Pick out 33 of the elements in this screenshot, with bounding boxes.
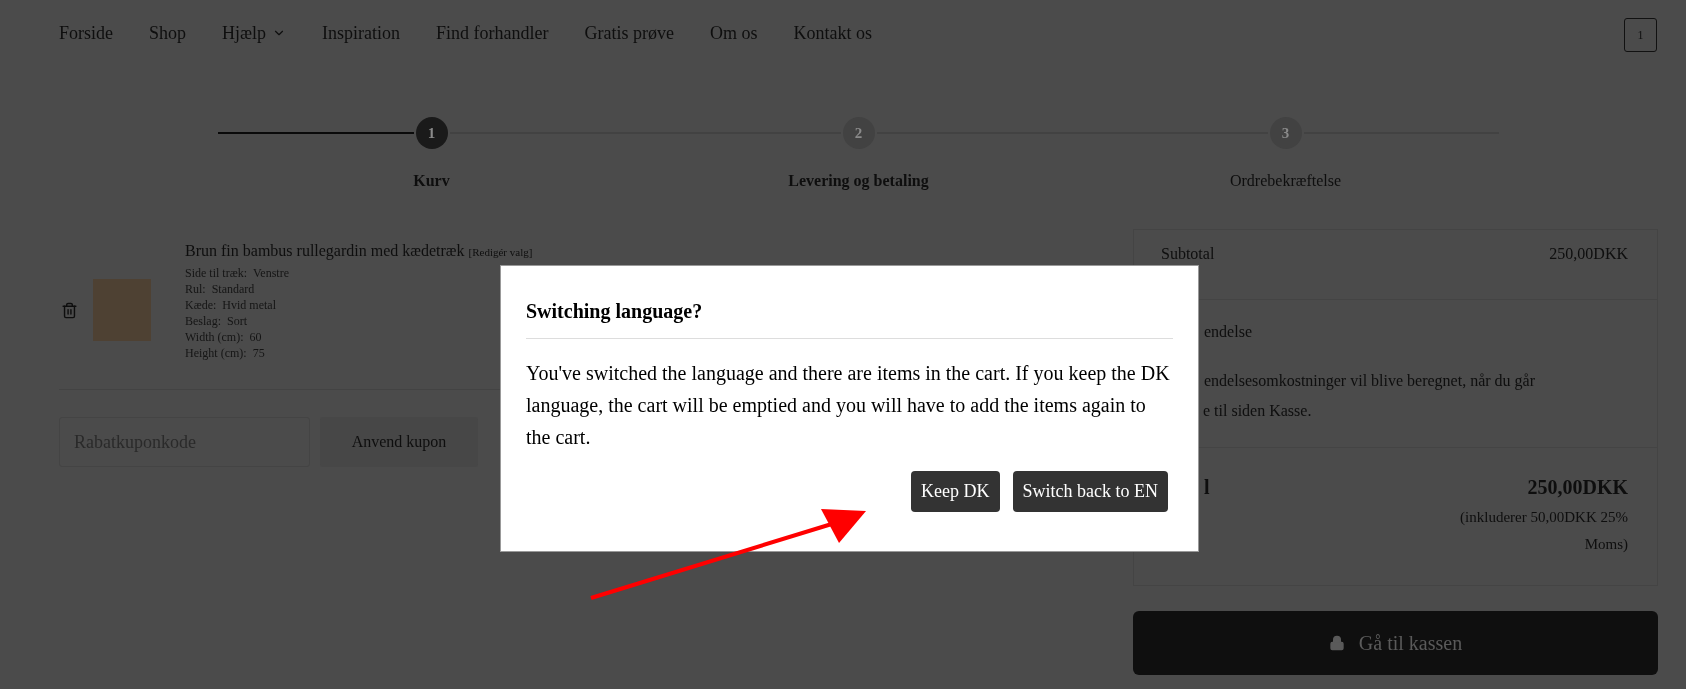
nav-link[interactable]: Gratis prøve bbox=[584, 19, 674, 47]
nav-link[interactable]: Shop bbox=[149, 19, 186, 47]
nav-link[interactable]: Om os bbox=[710, 19, 758, 47]
shipping-note: endelsesomkostninger vil blive beregnet, når du går bbox=[1204, 371, 1536, 392]
lock-icon bbox=[1328, 635, 1345, 651]
checkout-button[interactable]: Gå til kassen bbox=[1133, 611, 1658, 675]
modal-title: Switching language? bbox=[526, 296, 1173, 339]
cart-button[interactable]: 1 bbox=[1624, 18, 1657, 52]
apply-coupon-button[interactable]: Anvend kupon bbox=[320, 417, 478, 467]
tax-note: (inkluderer 50,00DKK 25% Moms) bbox=[1459, 508, 1628, 554]
subtotal-label: Subtotal bbox=[1161, 244, 1215, 264]
step-number: 2 bbox=[842, 117, 875, 149]
step-label: Kurv bbox=[413, 171, 450, 191]
step-number: 1 bbox=[415, 117, 448, 149]
keep-language-button[interactable]: Keep DK bbox=[911, 471, 1000, 512]
step-number: 3 bbox=[1269, 117, 1302, 149]
step-label: Ordrebekræftelse bbox=[1229, 171, 1342, 191]
trash-icon[interactable] bbox=[61, 301, 78, 319]
nav-link[interactable]: Inspiration bbox=[322, 19, 401, 47]
total-value: 250,00DKK bbox=[1527, 475, 1628, 500]
nav-link[interactable]: Hjælp bbox=[222, 19, 287, 47]
shipping-note: e til siden Kasse. bbox=[1203, 401, 1313, 421]
nav-link[interactable]: Forside bbox=[59, 19, 113, 47]
subtotal-value: 250,00DKK bbox=[1549, 244, 1628, 264]
step-label: Levering og betaling bbox=[788, 171, 929, 192]
modal-message: You've switched the language and there are items in the cart. If you keep the DK language, the cart will be emptied and you will have to add the items again to the cart. bbox=[526, 361, 1171, 450]
shipping-label: endelse bbox=[1204, 322, 1253, 342]
total-label: l bbox=[1204, 475, 1210, 500]
nav-link[interactable]: Kontakt os bbox=[793, 19, 872, 47]
photo-placeholder bbox=[93, 279, 151, 341]
product-title[interactable]: Brun fin bambus rullegardin med kædetræk bbox=[185, 239, 465, 263]
nav-link[interactable]: Find forhandler bbox=[436, 19, 549, 47]
switch-language-button[interactable]: Switch back to EN bbox=[1012, 471, 1168, 512]
